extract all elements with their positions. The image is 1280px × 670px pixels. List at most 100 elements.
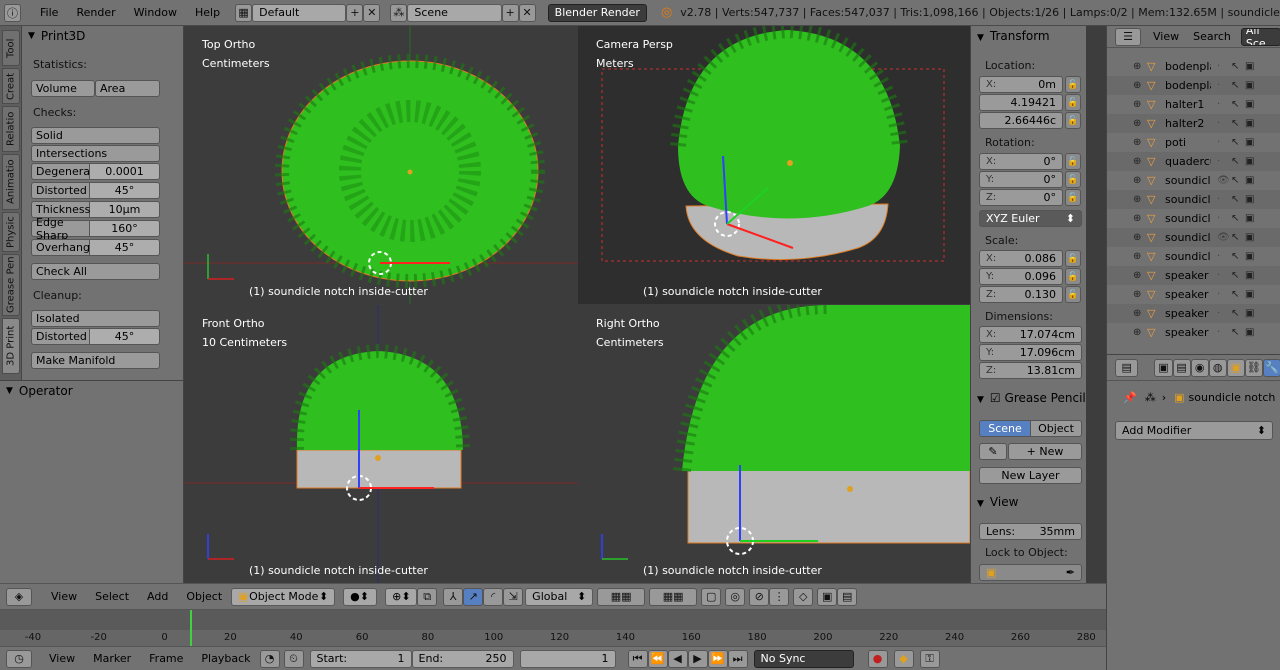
outliner-item[interactable]: ⊕ ▽ soundicle ·↖▣ bbox=[1107, 190, 1280, 209]
pin-icon[interactable]: 📌 bbox=[1123, 391, 1137, 404]
layers-tab-icon[interactable]: ▤ bbox=[1172, 358, 1191, 377]
properties-editor-icon[interactable]: ▤ bbox=[1115, 358, 1139, 377]
distorted-button[interactable]: Distorted bbox=[31, 182, 90, 199]
keyframe-insert-icon[interactable]: ⚿ bbox=[919, 649, 940, 668]
constraints-tab-icon[interactable]: ⛓ bbox=[1244, 358, 1263, 377]
render-icon[interactable]: ▣ bbox=[1245, 289, 1259, 300]
manipulator-icon[interactable]: ⧉ bbox=[417, 587, 438, 606]
timeline-editor-icon[interactable]: ◷ bbox=[6, 649, 32, 668]
manipulator-toggle-icon[interactable]: ⅄ bbox=[443, 587, 464, 606]
tab-create[interactable]: Creat bbox=[2, 68, 20, 104]
outliner-item[interactable]: ⊕ ▽ soundicle 👁↖▣ bbox=[1107, 228, 1280, 247]
edge-sharp-button[interactable]: Edge Sharp bbox=[31, 216, 90, 242]
eyedropper-icon[interactable]: ✒ bbox=[1066, 566, 1075, 579]
edge-sharp-value[interactable]: 160° bbox=[90, 220, 160, 237]
scene-tab-icon[interactable]: ◉ bbox=[1190, 358, 1209, 377]
render-icon[interactable]: ▣ bbox=[1245, 99, 1259, 110]
visibility-icon[interactable]: · bbox=[1217, 137, 1231, 148]
outliner-item[interactable]: ⊕ ▽ speaker 1 ·↖▣ bbox=[1107, 304, 1280, 323]
rotate-icon[interactable]: ◜ bbox=[483, 587, 504, 606]
select-icon[interactable]: ↖ bbox=[1231, 194, 1245, 205]
menu-marker[interactable]: Marker bbox=[84, 652, 140, 665]
volume-button[interactable]: Volume bbox=[31, 80, 95, 97]
select-icon[interactable]: ↖ bbox=[1231, 232, 1245, 243]
render-icon[interactable]: ▣ bbox=[1245, 118, 1259, 129]
expand-icon[interactable]: ⊕ bbox=[1133, 118, 1143, 129]
menu-frame[interactable]: Frame bbox=[140, 652, 192, 665]
world-tab-icon[interactable]: ◍ bbox=[1208, 358, 1227, 377]
remove-scene-icon[interactable]: ✕ bbox=[518, 3, 536, 22]
rotation-x-field[interactable]: X: 0° bbox=[979, 153, 1063, 170]
start-frame-field[interactable]: Start: 1 bbox=[309, 649, 412, 668]
shading-select[interactable]: ● ⬍ bbox=[343, 587, 378, 606]
menu-render[interactable]: Render bbox=[67, 6, 124, 19]
render-icon[interactable]: ▣ bbox=[1245, 213, 1259, 224]
outliner-item[interactable]: ⊕ ▽ soundicle 👁↖▣ bbox=[1107, 171, 1280, 190]
location-y-field[interactable]: 4.19421 bbox=[979, 94, 1063, 111]
expand-icon[interactable]: ⊕ bbox=[1133, 213, 1143, 224]
outliner-item[interactable]: ⊕ ▽ soundicle ·↖▣ bbox=[1107, 209, 1280, 228]
lock-icon[interactable]: 🔓 bbox=[1065, 250, 1081, 267]
jump-keyframe-back-icon[interactable]: ⏪ bbox=[647, 649, 668, 668]
layers-grid-icon[interactable]: ▦▦ bbox=[597, 587, 646, 606]
lock-icon[interactable]: 🔓 bbox=[1065, 286, 1081, 303]
render-icon[interactable]: ▣ bbox=[1245, 175, 1259, 186]
outliner-item[interactable]: ⊕ ▽ soundicle ·↖▣ bbox=[1107, 247, 1280, 266]
display-mode-select[interactable]: All Sce bbox=[1240, 27, 1280, 46]
visibility-icon[interactable]: · bbox=[1217, 194, 1231, 205]
isolated-button[interactable]: Isolated bbox=[31, 310, 160, 327]
add-scene-icon[interactable]: + bbox=[501, 3, 519, 22]
lock-icon[interactable]: 🔓 bbox=[1065, 112, 1081, 129]
menu-help[interactable]: Help bbox=[186, 6, 229, 19]
grease-scene-toggle[interactable]: Scene bbox=[979, 420, 1031, 437]
render-icon[interactable]: ▣ bbox=[1245, 327, 1259, 338]
thickness-value[interactable]: 10μm bbox=[90, 201, 160, 218]
expand-icon[interactable]: ⊕ bbox=[1133, 137, 1143, 148]
location-z-field[interactable]: 2.66446c bbox=[979, 112, 1063, 129]
pivot-select[interactable]: ⊕ ⬍ bbox=[385, 587, 418, 606]
outliner-item[interactable]: ⊕ ▽ halter1 · ↖ ▣ bbox=[1107, 95, 1280, 114]
remove-layout-icon[interactable]: ✕ bbox=[363, 3, 381, 22]
scale-x-field[interactable]: X: 0.086 bbox=[979, 250, 1063, 267]
scene-icon[interactable]: ⁂ bbox=[390, 3, 408, 22]
render-icon[interactable]: ▣ bbox=[1245, 156, 1259, 167]
snap-element-icon[interactable]: ⋮ bbox=[769, 587, 790, 606]
lens-field[interactable]: Lens: 35mm bbox=[979, 523, 1082, 540]
lock-icon[interactable]: 🔓 bbox=[1065, 171, 1081, 188]
select-icon[interactable]: ↖ bbox=[1231, 327, 1245, 338]
distorted-value[interactable]: 45° bbox=[90, 182, 160, 199]
expand-icon[interactable]: ⊕ bbox=[1133, 99, 1143, 110]
outliner-item[interactable]: ⊕ ▽ speaker 2 ·↖▣ bbox=[1107, 323, 1280, 342]
visibility-icon[interactable]: · bbox=[1217, 270, 1231, 281]
scale-y-field[interactable]: Y: 0.096 bbox=[979, 268, 1063, 285]
preview-range-icon[interactable]: ◔ bbox=[259, 649, 280, 668]
expand-icon[interactable]: ⊕ bbox=[1133, 232, 1143, 243]
area-button[interactable]: Area bbox=[95, 80, 160, 97]
degenerate-row[interactable]: Degenerate 0.0001 bbox=[31, 163, 160, 180]
visibility-icon[interactable]: · bbox=[1217, 251, 1231, 262]
new-layer-button[interactable]: New Layer bbox=[979, 467, 1082, 484]
lock-icon[interactable]: 🔓 bbox=[1065, 153, 1081, 170]
render-icon[interactable]: ▣ bbox=[1245, 232, 1259, 243]
render-icon[interactable]: ▣ bbox=[1245, 194, 1259, 205]
distorted-row[interactable]: Distorted 45° bbox=[31, 182, 160, 199]
outliner-item[interactable]: ⊕ ▽ speaker 1 ·↖▣ bbox=[1107, 266, 1280, 285]
render-icon[interactable]: ▣ bbox=[1245, 61, 1259, 72]
keying-set-icon[interactable]: ◆ bbox=[893, 649, 914, 668]
visibility-icon[interactable]: · bbox=[1217, 61, 1231, 72]
render-icon[interactable]: ▣ bbox=[1245, 80, 1259, 91]
snap-target-icon[interactable]: ◇ bbox=[793, 587, 814, 606]
dimension-x-field[interactable]: X: 17.074cm bbox=[979, 326, 1082, 343]
visibility-icon[interactable]: · bbox=[1217, 308, 1231, 319]
tab-3d-print[interactable]: 3D Print bbox=[2, 318, 20, 374]
visibility-icon[interactable]: · bbox=[1217, 156, 1231, 167]
render-tab-icon[interactable]: ▣ bbox=[1154, 358, 1173, 377]
render-icon[interactable]: ▣ bbox=[1245, 251, 1259, 262]
select-icon[interactable]: ↖ bbox=[1231, 251, 1245, 262]
tab-grease-pencil[interactable]: Grease Pen bbox=[2, 254, 20, 316]
select-icon[interactable]: ↖ bbox=[1231, 175, 1245, 186]
distorted-cleanup-row[interactable]: Distorted 45° bbox=[31, 328, 160, 345]
transform-header[interactable]: ▼ Transform bbox=[977, 29, 1050, 43]
lock-icon[interactable]: 🔓 bbox=[1065, 189, 1081, 206]
select-icon[interactable]: ↖ bbox=[1231, 289, 1245, 300]
